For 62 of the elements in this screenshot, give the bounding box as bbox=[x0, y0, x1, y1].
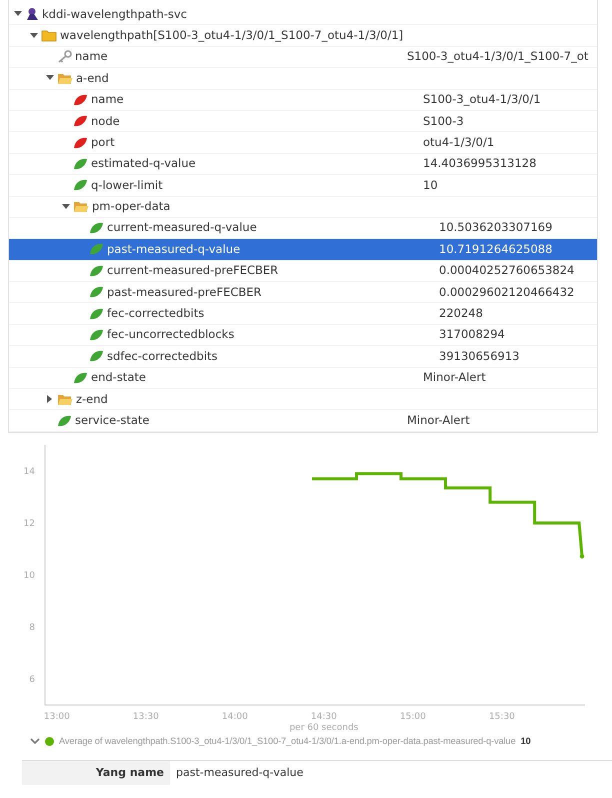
x-tick-label: 14:30 bbox=[310, 712, 337, 722]
collapse-toggle-icon[interactable] bbox=[14, 10, 22, 18]
tree-row[interactable]: z-end bbox=[9, 389, 597, 410]
x-axis-label: per 60 seconds bbox=[289, 722, 358, 733]
x-tick-label: 13:00 bbox=[44, 712, 70, 722]
tree-row[interactable]: q-lower-limit 10 bbox=[9, 175, 597, 197]
leaf-icon bbox=[89, 222, 104, 234]
leaf-icon bbox=[89, 243, 104, 256]
leaf-icon bbox=[73, 94, 88, 106]
service-icon bbox=[25, 7, 39, 22]
legend-value: 10 bbox=[520, 734, 531, 748]
chevron-down-icon[interactable] bbox=[30, 738, 40, 746]
y-tick-label: 8 bbox=[29, 622, 35, 633]
tree-row[interactable]: current-measured-preFECBER 0.00040252760653824 bbox=[9, 260, 597, 282]
tree-row[interactable]: kddi-wavelengthpath-svc bbox=[9, 4, 597, 26]
tree-row[interactable]: name S100-3_otu4-1/3/0/1_S100-7_ot bbox=[9, 46, 597, 68]
collapse-toggle-icon[interactable] bbox=[62, 202, 70, 211]
tree-row[interactable]: past-measured-preFECBER 0.00029602120466432 bbox=[9, 282, 597, 304]
field-label: Yang name bbox=[22, 760, 170, 786]
tree-row[interactable]: name S100-3_otu4-1/3/0/1 bbox=[9, 90, 597, 111]
folder-icon bbox=[41, 29, 57, 42]
collapse-toggle-icon[interactable] bbox=[30, 32, 38, 40]
x-tick-label: 14:00 bbox=[222, 712, 248, 722]
folder-icon bbox=[57, 392, 73, 406]
tree-row[interactable]: sdfec-correctedbits 39130656913 bbox=[9, 346, 597, 368]
leaf-icon bbox=[73, 136, 88, 149]
leaf-icon bbox=[89, 286, 104, 298]
tree-row[interactable]: service-state Minor-Alert bbox=[9, 410, 597, 432]
tree-row[interactable]: fec-correctedbits 220248 bbox=[9, 303, 597, 325]
tree-row[interactable]: port otu4-1/3/0/1 bbox=[9, 132, 597, 154]
leaf-icon bbox=[89, 308, 104, 320]
x-tick-label: 15:30 bbox=[488, 712, 515, 722]
tree-row[interactable]: node S100-3 bbox=[9, 110, 597, 132]
y-tick-label: 6 bbox=[29, 674, 35, 685]
leaf-icon bbox=[89, 350, 104, 362]
y-tick-label: 14 bbox=[24, 466, 35, 477]
key-icon bbox=[57, 50, 72, 64]
legend-label: Average of wavelengthpath.S100-3_otu4-1/3/0/1_S100-7_otu4-1/3/0/1.a-end.pm-oper-data.past-measured-q-value bbox=[59, 734, 516, 748]
tree-row[interactable]: estimated-q-value 14.4036995313128 bbox=[9, 154, 597, 176]
x-tick-label: 13:30 bbox=[132, 712, 159, 722]
folder-icon bbox=[57, 72, 73, 85]
leaf-icon bbox=[73, 179, 88, 192]
collapse-toggle-icon[interactable] bbox=[46, 74, 54, 82]
y-tick-label: 12 bbox=[24, 518, 35, 529]
leaf-icon bbox=[73, 115, 88, 128]
leaf-icon bbox=[89, 329, 104, 342]
leaf-icon bbox=[73, 158, 88, 170]
tree-row[interactable]: past-measured-q-value 10.7191264625088 bbox=[9, 239, 597, 261]
expand-toggle-icon[interactable] bbox=[46, 395, 54, 404]
leaf-icon bbox=[73, 372, 88, 384]
leaf-icon bbox=[57, 414, 72, 427]
tree-row[interactable]: pm-oper-data bbox=[9, 196, 597, 218]
field-value: past-measured-q-value bbox=[175, 764, 304, 781]
tree-row[interactable]: end-state Minor-Alert bbox=[9, 368, 597, 390]
tree-row[interactable]: fec-uncorrectedblocks 317008294 bbox=[9, 324, 597, 346]
y-tick-label: 10 bbox=[24, 570, 35, 581]
tree-row[interactable]: wavelengthpath[S100-3_otu4-1/3/0/1_S100-7_otu4-1/3/0/1] bbox=[9, 25, 597, 47]
tree-row[interactable]: a-end bbox=[9, 68, 597, 90]
x-tick-label: 15:00 bbox=[400, 712, 426, 722]
folder-icon bbox=[73, 200, 89, 214]
leaf-icon bbox=[89, 264, 104, 277]
data-point bbox=[580, 554, 584, 558]
